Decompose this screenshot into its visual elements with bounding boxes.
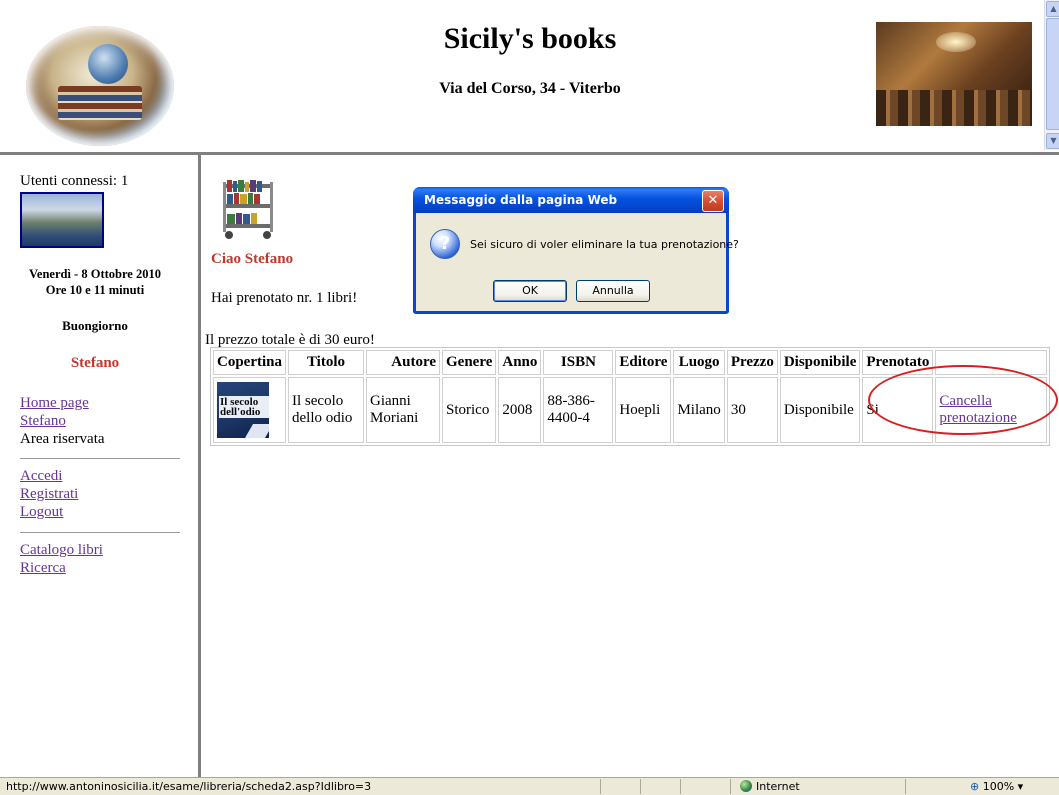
hello-user: Ciao Stefano: [211, 251, 294, 267]
scroll-up-arrow-icon[interactable]: ▲: [1046, 1, 1059, 17]
zoom-icon: ⊕: [970, 780, 980, 793]
dialog-title: Messaggio dalla pagina Web: [424, 193, 618, 207]
booked-count: Hai prenotato nr. 1 libri!: [211, 290, 358, 306]
cancel-reservation-link[interactable]: Cancella prenotazione: [939, 393, 1016, 426]
col-header-place: Luogo: [673, 350, 725, 375]
question-icon: ?: [430, 229, 460, 259]
title-cell: Il secolo dello odio: [288, 377, 364, 443]
current-date: Venerdì - 8 Ottobre 2010: [29, 267, 161, 281]
sidebar-link-catalog[interactable]: Catalogo libri: [20, 542, 103, 559]
ok-button[interactable]: OK: [493, 280, 567, 302]
booked-cell: Si: [862, 377, 934, 443]
isbn-cell: 88-386-4400-4: [543, 377, 614, 443]
sidebar: Utenti connessi: 1 Venerdì - 8 Ottobre 2…: [0, 155, 198, 775]
current-time: Ore 10 e 11 minuti: [45, 283, 145, 297]
col-header-action: [935, 350, 1048, 375]
book-stack-graphic: [58, 86, 142, 120]
status-url: http://www.antoninosicilia.it/esame/libr…: [6, 780, 372, 793]
confirm-dialog: Messaggio dalla pagina Web ✕ ? Sei sicur…: [413, 187, 739, 314]
price-cell: 30: [726, 377, 778, 443]
status-pane-divider: [640, 779, 641, 794]
book-cover-image[interactable]: Il secolo dell'odio: [217, 382, 269, 438]
globe-graphic: [88, 44, 128, 84]
zoom-control[interactable]: ⊕ 100% ▾: [970, 780, 1023, 793]
site-address: Via del Corso, 34 - Viterbo: [439, 80, 621, 97]
coast-photo: [20, 192, 104, 248]
status-bar: http://www.antoninosicilia.it/esame/libr…: [0, 777, 1059, 795]
sidebar-separator: [20, 532, 180, 533]
table-header-row: Copertina Titolo Autore Genere Anno ISBN…: [213, 350, 1048, 375]
author-cell: Gianni Moriani: [366, 377, 440, 443]
place-cell: Milano: [673, 377, 725, 443]
close-icon[interactable]: ✕: [702, 190, 724, 212]
sidebar-user-name: Stefano: [70, 355, 120, 371]
col-header-author: Autore: [366, 350, 440, 375]
sidebar-divider: [198, 155, 201, 777]
scroll-thumb[interactable]: [1046, 18, 1059, 130]
status-pane-divider: [600, 779, 601, 794]
sidebar-link-register[interactable]: Registrati: [20, 486, 78, 503]
reservations-table: Copertina Titolo Autore Genere Anno ISBN…: [210, 347, 1051, 446]
site-title: Sicily's books: [443, 22, 617, 55]
status-pane-divider: [905, 779, 906, 794]
dialog-titlebar[interactable]: Messaggio dalla pagina Web ✕: [413, 187, 729, 213]
bookshelf-graphic: [876, 90, 1032, 126]
sidebar-separator: [20, 458, 180, 459]
reserved-area-label: Area riservata: [20, 431, 105, 447]
book-cart-icon: [223, 180, 273, 239]
security-zone[interactable]: Internet: [740, 779, 800, 793]
sidebar-link-stefano[interactable]: Stefano: [20, 413, 66, 430]
internet-globe-icon: [740, 780, 752, 792]
header-scrollbar[interactable]: ▲ ▼: [1044, 0, 1059, 150]
scroll-down-arrow-icon[interactable]: ▼: [1046, 133, 1059, 149]
col-header-title: Titolo: [288, 350, 364, 375]
cancel-button[interactable]: Annulla: [576, 280, 650, 302]
sidebar-link-logout[interactable]: Logout: [20, 504, 63, 521]
books-globe-logo: [26, 26, 174, 146]
col-header-available: Disponibile: [779, 350, 861, 375]
dialog-message: Sei sicuro di voler eliminare la tua pre…: [470, 238, 739, 251]
available-cell: Disponibile: [779, 377, 861, 443]
year-cell: 2008: [498, 377, 542, 443]
table-row: Il secolo dell'odio Il secolo dello odio…: [213, 377, 1048, 443]
col-header-year: Anno: [498, 350, 542, 375]
library-photo: [876, 22, 1032, 126]
cover-stripe: [244, 424, 269, 438]
sidebar-link-login[interactable]: Accedi: [20, 468, 62, 485]
site-header: Sicily's books Via del Corso, 34 - Viter…: [0, 0, 1044, 150]
action-cell: Cancella prenotazione: [935, 377, 1048, 443]
status-pane-divider: [680, 779, 681, 794]
col-header-price: Prezzo: [726, 350, 778, 375]
col-header-isbn: ISBN: [543, 350, 614, 375]
cover-title: Il secolo dell'odio: [219, 396, 269, 418]
sidebar-link-home[interactable]: Home page: [20, 395, 89, 412]
genre-cell: Storico: [442, 377, 497, 443]
col-header-publisher: Editore: [615, 350, 672, 375]
zone-label: Internet: [756, 779, 800, 793]
lamp-light: [936, 32, 976, 52]
zoom-level: 100%: [982, 780, 1015, 793]
sidebar-link-search[interactable]: Ricerca: [20, 560, 66, 577]
col-header-booked: Prenotato: [862, 350, 934, 375]
greeting: Buongiorno: [62, 318, 128, 333]
chevron-down-icon[interactable]: ▾: [1018, 780, 1024, 793]
status-pane-divider: [730, 779, 731, 794]
publisher-cell: Hoepli: [615, 377, 672, 443]
cover-cell: Il secolo dell'odio: [213, 377, 286, 443]
connected-users: Utenti connessi: 1: [20, 173, 129, 189]
col-header-cover: Copertina: [213, 350, 286, 375]
col-header-genre: Genere: [442, 350, 497, 375]
